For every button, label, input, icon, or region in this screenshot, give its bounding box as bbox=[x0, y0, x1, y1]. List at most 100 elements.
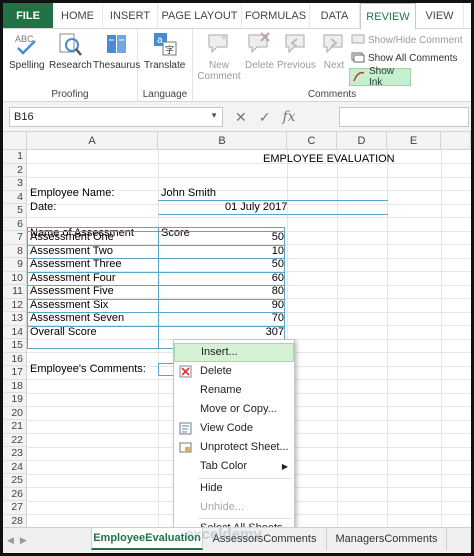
menu-insert[interactable]: Insert... bbox=[174, 343, 294, 362]
spelling-button[interactable]: ABC Spelling bbox=[9, 31, 45, 71]
name-box[interactable]: B16 ▼ bbox=[9, 107, 223, 127]
insert-function-icon[interactable]: fx bbox=[282, 109, 295, 125]
comments-label: Employee's Comments: bbox=[30, 362, 146, 375]
menu-delete-label: Delete bbox=[200, 365, 232, 377]
column-header-b[interactable]: B bbox=[158, 132, 287, 150]
row-header[interactable]: 2 bbox=[3, 163, 27, 177]
show-ink-button[interactable]: Show Ink bbox=[349, 66, 411, 88]
menu-unprotect-sheet[interactable]: Unprotect Sheet... bbox=[174, 438, 294, 457]
research-button[interactable]: Research bbox=[49, 31, 92, 71]
enter-icon[interactable]: ✓ bbox=[259, 109, 271, 126]
employee-name-value: John Smith bbox=[161, 187, 217, 199]
new-comment-button[interactable]: + New Comment bbox=[197, 31, 241, 82]
svg-text:a: a bbox=[157, 35, 163, 46]
row-header[interactable]: 28 bbox=[3, 514, 27, 527]
gridline-row bbox=[27, 176, 471, 178]
sheet-tab-managers-comments[interactable]: ManagersComments bbox=[327, 528, 447, 550]
row-header[interactable]: 8 bbox=[3, 244, 27, 258]
gridline-column bbox=[387, 150, 388, 527]
language-group-label: Language bbox=[142, 89, 188, 100]
menu-rename[interactable]: Rename bbox=[174, 381, 294, 400]
tab-home[interactable]: HOME bbox=[53, 3, 103, 28]
previous-comment-label: Previous bbox=[277, 60, 316, 71]
row-header[interactable]: 26 bbox=[3, 487, 27, 501]
row-header[interactable]: 13 bbox=[3, 312, 27, 326]
new-comment-label: New Comment bbox=[197, 60, 241, 82]
new-comment-icon: + bbox=[208, 33, 228, 54]
ribbon-tabs: FILE HOME INSERT PAGE LAYOUT FORMULAS DA… bbox=[3, 3, 471, 30]
row-header[interactable]: 27 bbox=[3, 501, 27, 515]
tab-review[interactable]: REVIEW bbox=[360, 3, 416, 30]
row-header[interactable]: 5 bbox=[3, 204, 27, 218]
row-header[interactable]: 20 bbox=[3, 406, 27, 420]
tab-formulas[interactable]: FORMULAS bbox=[242, 3, 310, 28]
cancel-icon[interactable]: ✕ bbox=[235, 109, 247, 126]
date-value: 01 July 2017 bbox=[225, 200, 288, 213]
row-header[interactable]: 1 bbox=[3, 150, 27, 164]
row-header[interactable]: 4 bbox=[3, 190, 27, 204]
column-header-f[interactable] bbox=[441, 132, 471, 150]
row-header[interactable]: 12 bbox=[3, 298, 27, 312]
column-header-a[interactable]: A bbox=[27, 132, 158, 150]
translate-button[interactable]: a字 Translate bbox=[144, 31, 185, 71]
menu-unhide[interactable]: Unhide... bbox=[174, 498, 294, 517]
chevron-down-icon[interactable]: ▼ bbox=[210, 111, 218, 120]
delete-comment-button[interactable]: Delete bbox=[245, 31, 274, 71]
row-header[interactable]: 18 bbox=[3, 379, 27, 393]
assessment-score: 50 bbox=[271, 231, 284, 243]
sheet-title: EMPLOYEE EVALUATION bbox=[263, 153, 395, 165]
column-header-c[interactable]: C bbox=[287, 132, 337, 150]
row-header[interactable]: 21 bbox=[3, 420, 27, 434]
assessment-score: 90 bbox=[271, 298, 284, 311]
menu-unprotect-sheet-label: Unprotect Sheet... bbox=[200, 441, 289, 453]
row-header[interactable]: 17 bbox=[3, 366, 27, 380]
view-code-icon bbox=[179, 422, 192, 435]
row-header[interactable]: 15 bbox=[3, 339, 27, 353]
row-header[interactable]: 23 bbox=[3, 447, 27, 461]
row-header[interactable]: 16 bbox=[3, 352, 27, 366]
row-header[interactable]: 10 bbox=[3, 271, 27, 285]
column-header-e[interactable]: E bbox=[387, 132, 441, 150]
next-comment-label: Next bbox=[323, 60, 345, 71]
row-header[interactable]: 9 bbox=[3, 258, 27, 272]
menu-hide[interactable]: Hide bbox=[174, 479, 294, 498]
menu-view-code[interactable]: View Code bbox=[174, 419, 294, 438]
proofing-group-label: Proofing bbox=[51, 89, 89, 100]
menu-delete[interactable]: Delete bbox=[174, 362, 294, 381]
date-label: Date: bbox=[30, 200, 57, 213]
tab-insert[interactable]: INSERT bbox=[103, 3, 158, 28]
show-all-comments-icon bbox=[351, 52, 365, 63]
next-comment-button[interactable]: Next bbox=[321, 31, 347, 71]
select-all-corner[interactable] bbox=[3, 132, 27, 150]
tab-page-layout[interactable]: PAGE LAYOUT bbox=[158, 3, 242, 28]
next-comment-icon bbox=[323, 34, 343, 54]
row-header[interactable]: 7 bbox=[3, 231, 27, 245]
translate-label: Translate bbox=[144, 60, 186, 71]
assessment-name: Assessment Six bbox=[30, 298, 109, 311]
row-header[interactable]: 14 bbox=[3, 325, 27, 339]
row-header[interactable]: 19 bbox=[3, 393, 27, 407]
menu-tab-color[interactable]: Tab Color ▶ bbox=[174, 457, 294, 476]
row-header[interactable]: 25 bbox=[3, 474, 27, 488]
row-header[interactable]: 11 bbox=[3, 285, 27, 299]
thesaurus-button[interactable]: Thesaurus bbox=[93, 31, 140, 71]
formula-input[interactable] bbox=[339, 107, 469, 127]
row-header[interactable]: 24 bbox=[3, 460, 27, 474]
row-header[interactable]: 22 bbox=[3, 433, 27, 447]
assessment-name: Assessment Two bbox=[30, 244, 113, 257]
tab-view[interactable]: VIEW bbox=[416, 3, 464, 28]
menu-move-copy[interactable]: Move or Copy... bbox=[174, 400, 294, 419]
show-hide-comment-label: Show/Hide Comment bbox=[368, 34, 463, 46]
show-all-comments-button[interactable]: Show All Comments bbox=[349, 49, 469, 67]
tab-data[interactable]: DATA bbox=[310, 3, 360, 28]
sheet-nav-arrows[interactable]: ◀▶ bbox=[7, 535, 33, 546]
sheet-context-menu: Insert... Delete Rename Move or Copy... … bbox=[173, 339, 295, 539]
comments-group: + New Comment Delete Previous Next Show/… bbox=[193, 29, 471, 102]
previous-comment-button[interactable]: Previous bbox=[277, 31, 316, 71]
row-header[interactable]: 3 bbox=[3, 177, 27, 191]
show-hide-comment-button[interactable]: Show/Hide Comment bbox=[349, 31, 469, 49]
row-header[interactable]: 6 bbox=[3, 217, 27, 231]
assessment-score: 60 bbox=[271, 271, 284, 284]
tab-file[interactable]: FILE bbox=[3, 3, 53, 28]
column-header-d[interactable]: D bbox=[337, 132, 387, 150]
